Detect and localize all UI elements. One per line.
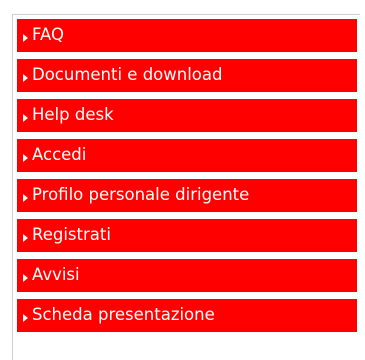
menu-item-label: Avvisi — [32, 265, 80, 285]
triangle-right-icon — [23, 33, 28, 42]
menu-item-registrati[interactable]: Registrati — [17, 219, 357, 252]
menu-item-label: Scheda presentazione — [32, 305, 215, 325]
menu-item-accedi[interactable]: Accedi — [17, 139, 357, 172]
menu-item-documenti-e-download[interactable]: Documenti e download — [17, 59, 357, 92]
triangle-right-icon — [23, 113, 28, 122]
menu-item-label: Accedi — [32, 145, 87, 165]
menu-item-label: FAQ — [32, 25, 64, 45]
menu-item-help-desk[interactable]: Help desk — [17, 99, 357, 132]
triangle-right-icon — [23, 313, 28, 322]
triangle-right-icon — [23, 73, 28, 82]
triangle-right-icon — [23, 233, 28, 242]
menu-item-scheda-presentazione[interactable]: Scheda presentazione — [17, 299, 357, 332]
menu-item-profilo-personale-dirigente[interactable]: Profilo personale dirigente — [17, 179, 357, 212]
menu-list: FAQ Documenti e download Help desk Acced… — [13, 15, 360, 332]
menu-item-label: Profilo personale dirigente — [32, 185, 250, 205]
triangle-right-icon — [23, 193, 28, 202]
menu-item-label: Documenti e download — [32, 65, 223, 85]
menu-item-faq[interactable]: FAQ — [17, 19, 357, 52]
menu-item-label: Help desk — [32, 105, 114, 125]
menu-item-avvisi[interactable]: Avvisi — [17, 259, 357, 292]
triangle-right-icon — [23, 273, 28, 282]
menu-item-label: Registrati — [32, 225, 111, 245]
triangle-right-icon — [23, 153, 28, 162]
side-menu: FAQ Documenti e download Help desk Acced… — [12, 14, 360, 360]
